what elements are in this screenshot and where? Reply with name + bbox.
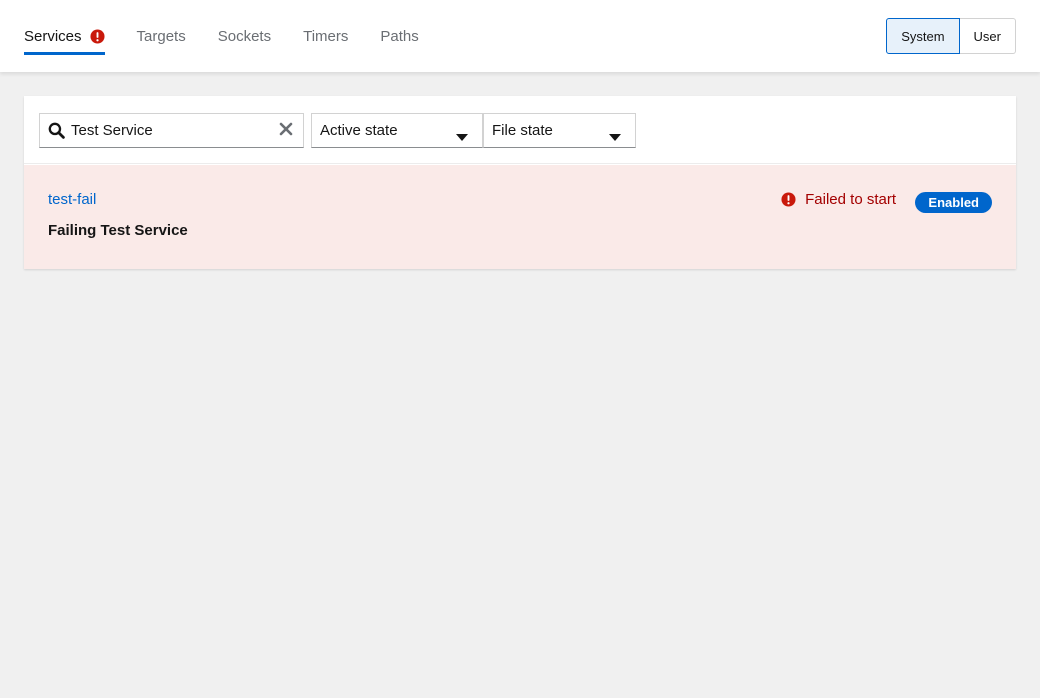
clear-search-icon[interactable] [279,122,293,136]
search-input-value: Test Service [71,122,153,139]
system-toggle-button[interactable]: System [886,18,960,54]
active-state-select[interactable]: Active state [311,113,483,148]
scope-toggle-group: System User [886,18,1016,54]
unit-name-link[interactable]: test-fail [48,191,96,208]
user-toggle-button[interactable]: User [959,18,1016,54]
search-icon [48,122,65,139]
tab-timers-label: Timers [303,27,349,45]
search-input[interactable]: Test Service [39,113,304,148]
active-state-select-label: Active state [320,122,398,139]
unit-status: Failed to start [781,191,896,208]
tab-targets-label: Targets [136,27,186,45]
tab-paths[interactable]: Paths [380,0,418,72]
tab-services[interactable]: Services [24,0,105,72]
file-state-select[interactable]: File state [483,113,636,148]
filter-toolbar: Test Service Active state File state [24,96,1016,164]
exclamation-circle-icon [781,192,796,207]
tab-timers[interactable]: Timers [303,0,348,72]
services-card: Test Service Active state File state tes… [24,96,1016,269]
tab-paths-label: Paths [380,27,419,45]
tab-sockets-label: Sockets [217,27,272,45]
tab-services-label: Services [24,27,82,45]
exclamation-circle-icon [90,28,105,44]
caret-down-icon [456,128,468,146]
unit-status-text: Failed to start [805,191,896,208]
tab-targets[interactable]: Targets [137,0,186,72]
unit-row-test-fail[interactable]: test-fail Failing Test Service Failed to… [24,165,1016,269]
top-nav-bar: Services Targets Sockets Timers Paths Sy… [0,0,1040,72]
caret-down-icon [609,128,621,146]
unit-type-tabs: Services Targets Sockets Timers Paths [24,0,451,72]
file-state-badge: Enabled [915,192,992,213]
tab-sockets[interactable]: Sockets [218,0,271,72]
file-state-select-label: File state [492,122,553,139]
unit-description: Failing Test Service [48,222,188,239]
